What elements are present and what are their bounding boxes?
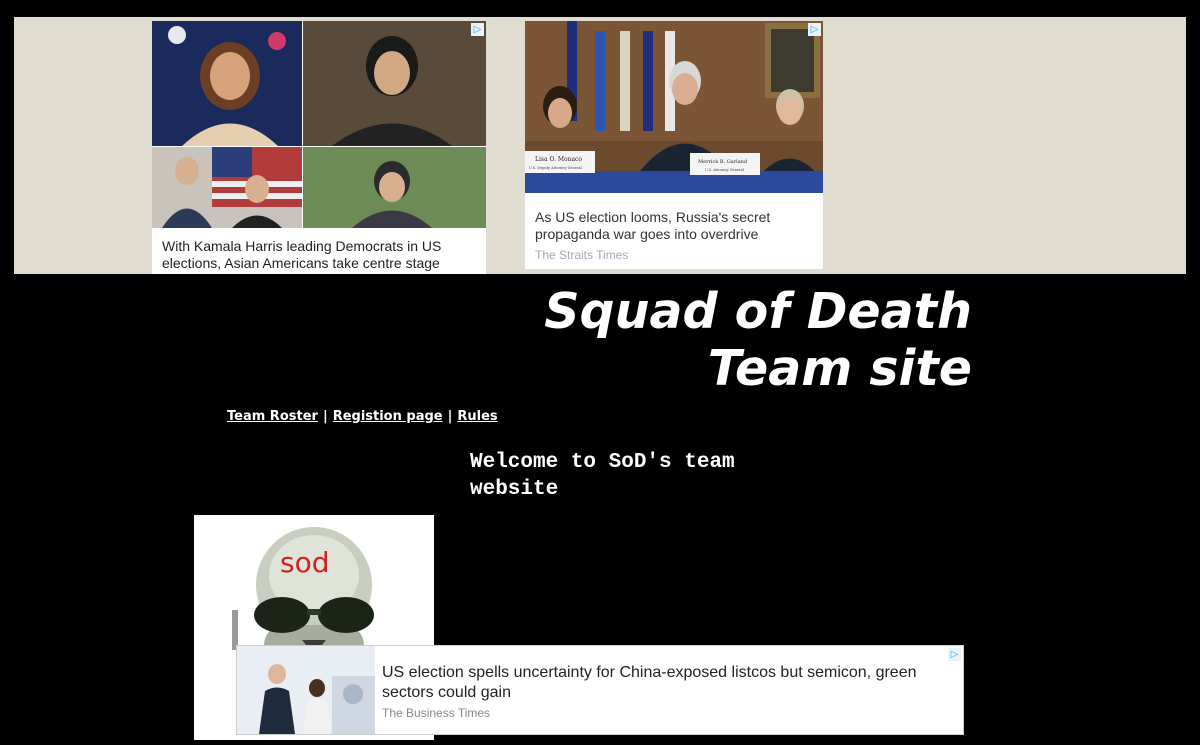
nav-link-rules[interactable]: Rules — [457, 409, 497, 424]
ad-card-russia[interactable]: Lisa O. Monaco U.S. Deputy Attorney Gene… — [525, 21, 823, 269]
ad-choices-icon[interactable]: ▷ — [948, 648, 961, 661]
site-title-line1: Squad of Death — [544, 283, 972, 340]
nav-bar: Team Roster | Registion page | Rules — [227, 409, 498, 424]
site-title: Squad of Death Team site — [544, 283, 972, 397]
placard-left: Lisa O. Monaco — [535, 156, 582, 163]
nav-separator: | — [322, 409, 328, 424]
ad-caption[interactable]: With Kamala Harris leading Democrats in … — [162, 238, 478, 272]
bottom-ad-headline[interactable]: US election spells uncertainty for China… — [382, 663, 942, 703]
logo-text: sod — [280, 546, 330, 579]
ad-banner: ▷ With Kamala Harris leading Democrats i… — [14, 17, 1186, 274]
placard-right: Merrick B. Garland — [698, 159, 748, 165]
placard-right-sub: U.S. Attorney General — [705, 168, 745, 172]
ad-caption[interactable]: As US election looms, Russia's secret pr… — [535, 209, 815, 243]
welcome-heading: Welcome to SoD's team website — [470, 451, 735, 501]
nav-link-registration[interactable]: Registion page — [333, 409, 443, 424]
ad-source: The Straits Times — [535, 248, 629, 262]
nav-link-team-roster[interactable]: Team Roster — [227, 409, 318, 424]
site-title-line2: Team site — [707, 340, 972, 397]
ad-thumbnail-image — [237, 646, 375, 734]
ad-choices-icon[interactable]: ▷ — [471, 23, 484, 36]
nav-separator: | — [447, 409, 453, 424]
ad-card-harris[interactable]: ▷ With Kamala Harris leading Democrats i… — [152, 21, 486, 274]
bottom-ad-source: The Business Times — [382, 706, 491, 720]
bottom-ad[interactable]: ▷ US election spells uncertainty for Chi… — [236, 645, 964, 735]
ad-collage-image — [152, 21, 486, 228]
ad-hearing-image: Lisa O. Monaco U.S. Deputy Attorney Gene… — [525, 21, 823, 193]
ad-choices-icon[interactable]: ▷ — [808, 23, 821, 36]
placard-left-sub: U.S. Deputy Attorney General — [529, 166, 583, 170]
